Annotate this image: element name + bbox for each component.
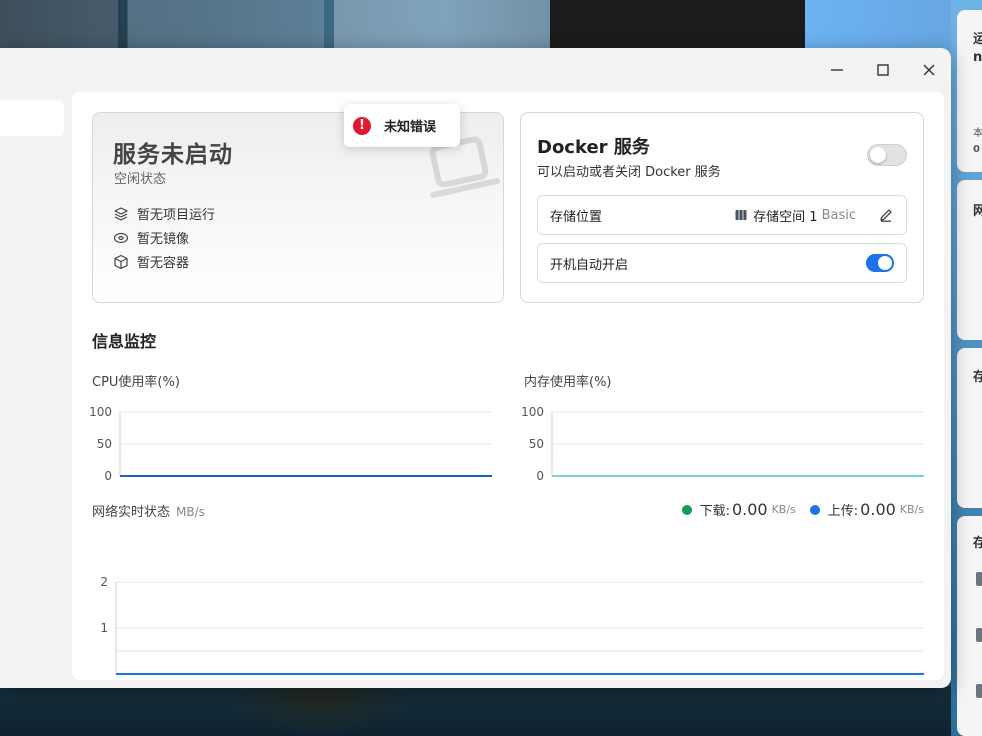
close-icon — [923, 64, 935, 76]
widget-network-title: 网 — [973, 204, 982, 219]
status-item-images: 暂无镜像 — [113, 228, 189, 247]
docker-service-card: Docker 服务 可以启动或者关闭 Docker 服务 存储位置 存储空间 1… — [520, 112, 924, 303]
disk-icon — [976, 628, 982, 642]
disk-icon — [976, 572, 982, 586]
edit-icon[interactable] — [878, 207, 894, 223]
y-tick-label: 100 — [89, 405, 112, 419]
widget-storage-title: 存 — [973, 370, 982, 385]
main-content: 服务未启动 空闲状态 暂无项目运行 暂无镜像 暂无容器 Docker 服务 可以… — [72, 92, 944, 680]
service-status-title: 服务未启动 — [113, 142, 233, 168]
widget-storage-list-title: 存 — [973, 536, 982, 551]
sidebar-item[interactable] — [0, 100, 64, 136]
maximize-icon — [877, 64, 889, 76]
docker-window: 服务未启动 空闲状态 暂无项目运行 暂无镜像 暂无容器 Docker 服务 可以… — [0, 48, 951, 688]
widget-running[interactable]: 运 n 本 0 — [957, 10, 982, 172]
widget-storage-list[interactable]: 存 — [957, 516, 982, 736]
widget-storage[interactable]: 存 — [957, 348, 982, 508]
widget-running-small: 本 — [973, 128, 982, 139]
upload-legend-dot — [809, 504, 820, 515]
y-tick-label: 0 — [536, 469, 544, 483]
network-chart-unit: MB/s — [176, 505, 205, 519]
error-icon: ! — [353, 116, 371, 135]
download-unit: KB/s — [771, 503, 796, 516]
widget-network[interactable]: 网 — [957, 180, 982, 340]
status-item-label: 暂无项目运行 — [137, 208, 216, 223]
download-legend-dot — [681, 504, 692, 515]
y-tick-label: 2 — [100, 575, 108, 589]
upload-value: 0.00 — [860, 500, 896, 519]
autostart-label: 开机自动开启 — [550, 257, 629, 273]
widget-running-line: n — [973, 50, 982, 65]
status-item-label: 暂无容器 — [137, 256, 190, 271]
storage-location-value: 存储空间 1 — [753, 209, 818, 225]
network-chart-label: 网络实时状态 — [92, 505, 171, 520]
close-button[interactable] — [909, 58, 949, 82]
y-tick-label: 50 — [97, 437, 112, 451]
y-tick-label: 50 — [529, 437, 544, 451]
network-chart-title: 网络实时状态 MB/s — [92, 501, 205, 520]
upload-unit: KB/s — [899, 503, 924, 516]
storage-location-row[interactable]: 存储位置 存储空间 1 Basic — [537, 195, 907, 235]
service-status-subtitle: 空闲状态 — [114, 172, 167, 187]
error-toast-message: 未知错误 — [384, 120, 437, 135]
upload-label: 上传: — [827, 504, 859, 519]
cpu-usage-chart: 100 50 0 — [89, 405, 492, 483]
y-tick-label: 0 — [104, 469, 112, 483]
status-item-containers: 暂无容器 — [113, 252, 189, 271]
minimize-icon — [831, 69, 843, 71]
network-chart: 21 — [100, 575, 924, 675]
memory-usage-chart: 100 50 0 — [521, 405, 924, 483]
widget-running-value: 0 — [973, 144, 980, 155]
y-tick-label: 1 — [100, 621, 108, 635]
docker-service-toggle[interactable] — [867, 144, 907, 166]
cpu-chart-title: CPU使用率(%) — [92, 375, 180, 390]
y-tick-label: 100 — [521, 405, 544, 419]
widget-running-title: 运 — [973, 32, 982, 47]
network-legend: 下载: 0.00 KB/s 上传: 0.00 KB/s — [681, 500, 924, 519]
layers-icon — [114, 206, 128, 221]
memory-chart-title: 内存使用率(%) — [524, 375, 612, 390]
minimize-button[interactable] — [817, 58, 857, 82]
maximize-button[interactable] — [863, 58, 903, 82]
autostart-row: 开机自动开启 — [537, 243, 907, 283]
autostart-toggle[interactable] — [866, 254, 894, 272]
docker-service-subtitle: 可以启动或者关闭 Docker 服务 — [537, 165, 721, 180]
error-toast: ! 未知错误 — [344, 104, 460, 147]
docker-service-title: Docker 服务 — [537, 137, 650, 158]
disc-icon — [113, 232, 129, 243]
status-item-projects: 暂无项目运行 — [113, 204, 215, 223]
storage-icon — [735, 210, 747, 220]
storage-location-label: 存储位置 — [550, 209, 603, 225]
storage-tier-tag: Basic — [821, 207, 856, 223]
wallpaper-bottom — [0, 686, 982, 736]
download-value: 0.00 — [731, 500, 768, 519]
status-item-label: 暂无镜像 — [137, 232, 190, 247]
download-label: 下载: — [699, 504, 730, 519]
box-icon — [114, 254, 128, 269]
disk-icon — [976, 684, 982, 698]
monitor-section-title: 信息监控 — [92, 332, 157, 351]
